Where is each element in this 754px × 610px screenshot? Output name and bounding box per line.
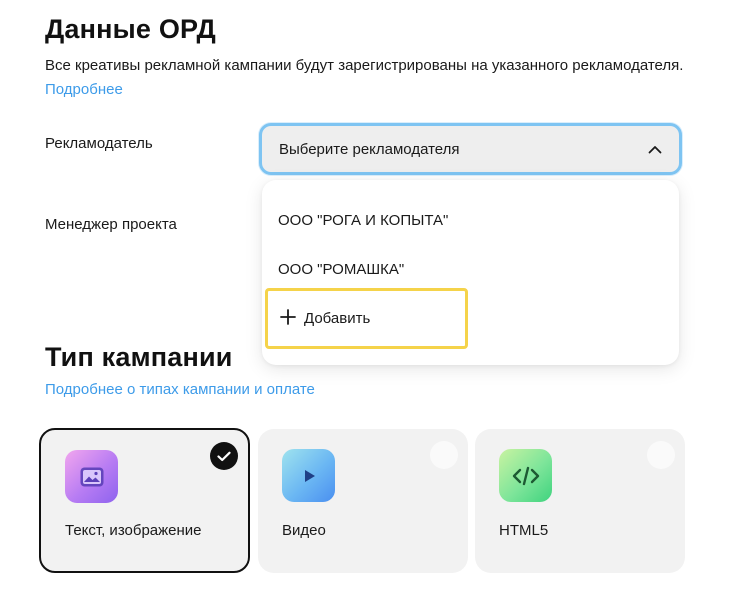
- campaign-type-card-video[interactable]: Видео: [258, 429, 468, 573]
- campaign-type-title: Тип кампании: [45, 342, 233, 372]
- campaign-type-label: Текст, изображение: [65, 522, 202, 539]
- campaign-type-card-image[interactable]: Текст, изображение: [39, 428, 250, 573]
- campaign-type-label: HTML5: [499, 522, 549, 539]
- more-link[interactable]: Подробнее: [45, 81, 123, 98]
- code-icon: [499, 449, 552, 502]
- video-play-icon: [282, 449, 335, 502]
- dropdown-option[interactable]: ООО "РОМАШКА": [278, 261, 404, 278]
- selected-check-icon: [210, 442, 238, 470]
- unselected-radio-icon: [647, 441, 675, 469]
- unselected-radio-icon: [430, 441, 458, 469]
- advertiser-dropdown: ООО "РОГА И КОПЫТА" ООО "РОМАШКА" Добави…: [262, 180, 679, 365]
- ord-description: Все креативы рекламной кампании будут за…: [45, 54, 685, 102]
- advertiser-select-value: Выберите рекламодателя: [279, 140, 460, 158]
- add-advertiser-label: Добавить: [304, 310, 371, 327]
- manager-label: Менеджер проекта: [45, 216, 177, 233]
- ord-description-text: Все креативы рекламной кампании будут за…: [45, 57, 684, 74]
- plus-icon: [280, 308, 296, 329]
- campaign-type-card-html5[interactable]: HTML5: [475, 429, 685, 573]
- add-advertiser-button[interactable]: Добавить: [265, 288, 468, 349]
- campaign-type-label: Видео: [282, 522, 326, 539]
- dropdown-option[interactable]: ООО "РОГА И КОПЫТА": [278, 212, 448, 229]
- campaign-types-link[interactable]: Подробнее о типах кампании и оплате: [45, 381, 315, 398]
- image-icon: [65, 450, 118, 503]
- advertiser-label: Рекламодатель: [45, 135, 153, 152]
- chevron-up-icon: [647, 141, 663, 157]
- ord-title: Данные ОРД: [45, 14, 216, 44]
- advertiser-select[interactable]: Выберите рекламодателя: [259, 123, 682, 175]
